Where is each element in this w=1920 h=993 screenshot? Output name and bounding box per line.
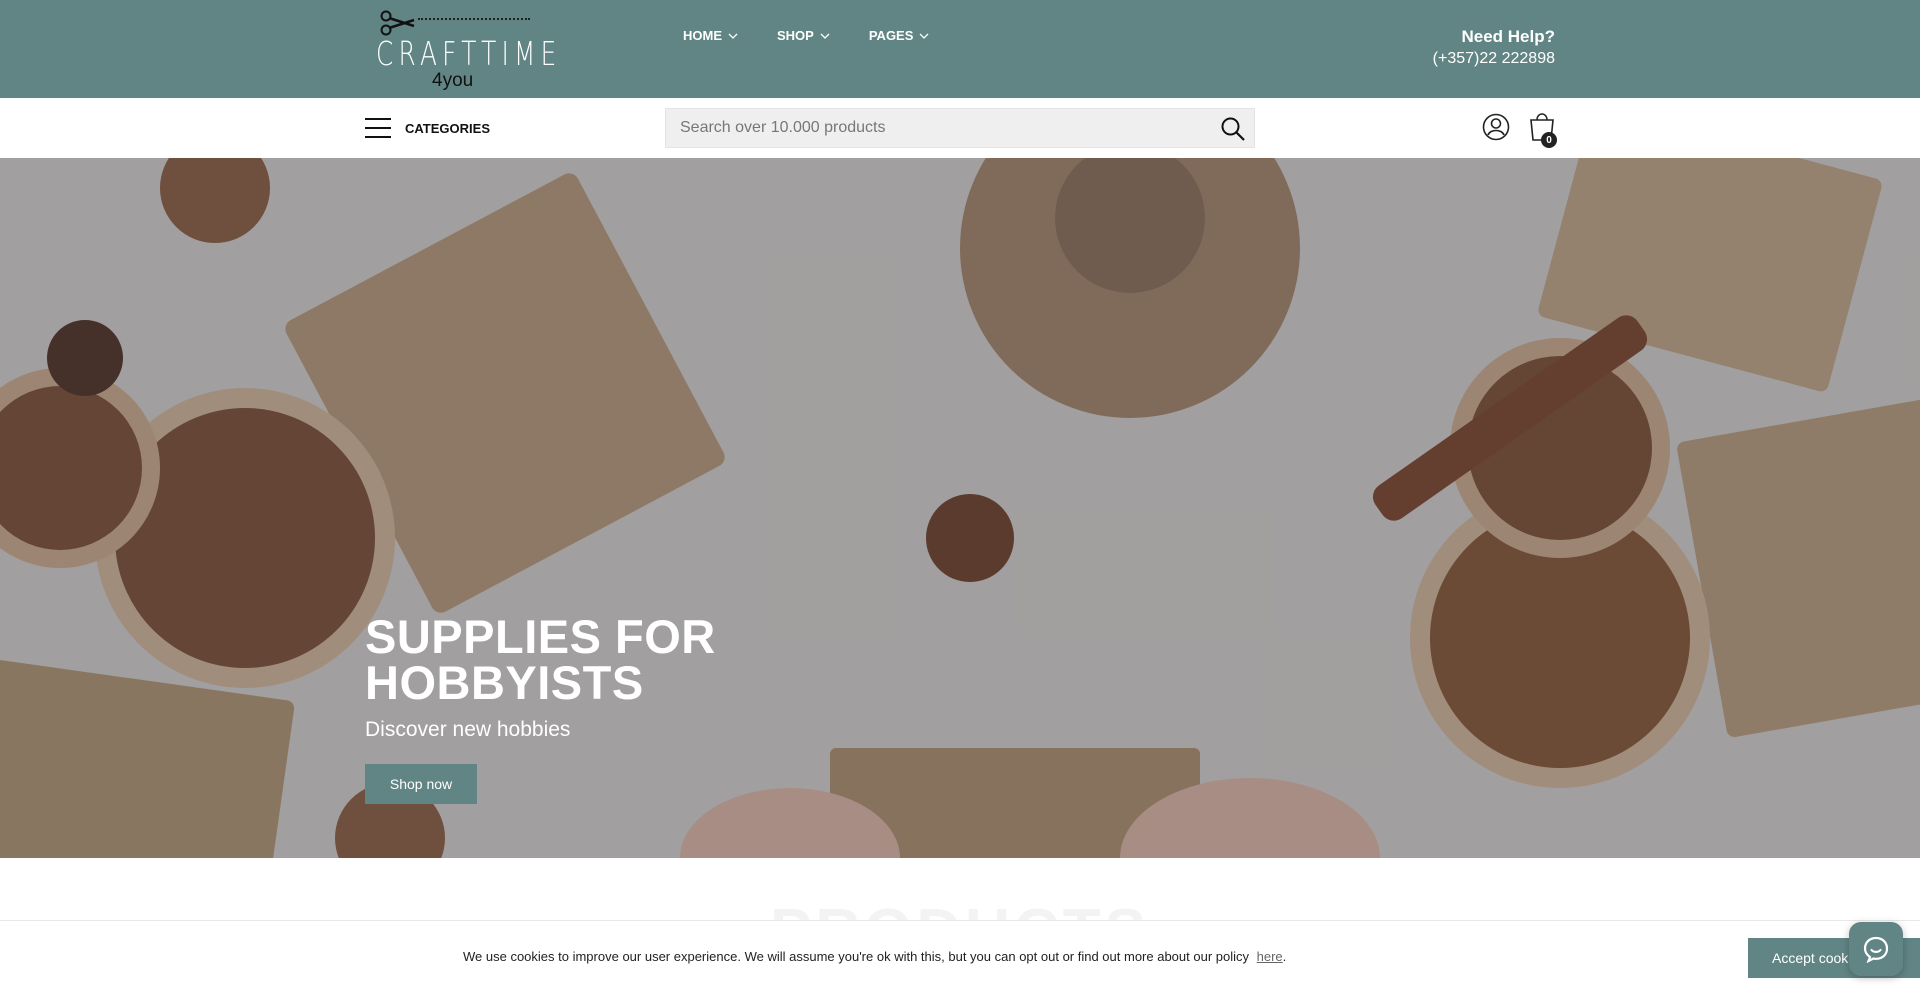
help-phone[interactable]: (+357)22 222898 <box>1433 50 1555 68</box>
help-title: Need Help? <box>1461 27 1555 46</box>
hero-title: SUPPLIES FOR HOBBYISTS <box>365 610 716 709</box>
hero-title-line-1: SUPPLIES FOR <box>365 610 716 663</box>
chevron-down-icon <box>919 33 929 39</box>
search-input[interactable] <box>680 109 1200 147</box>
logo-sub-text: 4you <box>432 70 474 91</box>
hero-subtitle: Discover new hobbies <box>365 718 571 741</box>
categories-button[interactable]: CATEGORIES <box>365 117 490 139</box>
secondary-header: CATEGORIES 0 <box>0 98 1920 158</box>
cookie-consent-bar: We use cookies to improve our user exper… <box>0 920 1920 993</box>
nav-label: PAGES <box>868 28 914 43</box>
top-header: CRAFTTIME 4you HOME SHOP PAGES Need Help… <box>0 0 1920 98</box>
chat-widget-button[interactable] <box>1849 922 1903 976</box>
cart-count-badge: 0 <box>1541 132 1557 148</box>
search-box <box>665 108 1255 148</box>
cookie-message: We use cookies to improve our user exper… <box>463 949 1286 964</box>
nav-label: SHOP <box>777 28 814 43</box>
search-icon[interactable] <box>1220 116 1246 142</box>
hamburger-menu-icon <box>365 118 391 138</box>
main-nav: HOME SHOP PAGES <box>683 28 968 43</box>
cookie-message-text: We use cookies to improve our user exper… <box>463 949 1250 964</box>
chevron-down-icon <box>728 33 738 39</box>
logo-dotted-line <box>418 18 530 20</box>
nav-item-home[interactable]: HOME <box>683 28 738 43</box>
chevron-down-icon <box>820 33 830 39</box>
nav-item-shop[interactable]: SHOP <box>777 28 830 43</box>
nav-item-pages[interactable]: PAGES <box>869 28 930 43</box>
user-account-icon[interactable] <box>1482 113 1510 141</box>
categories-label: CATEGORIES <box>405 120 490 136</box>
hero-overlay <box>0 158 1920 858</box>
shop-now-button[interactable]: Shop now <box>365 764 477 804</box>
logo-brand-text: CRAFTTIME <box>376 34 562 73</box>
site-logo[interactable]: CRAFTTIME 4you <box>374 8 556 92</box>
cookie-policy-link[interactable]: here <box>1257 949 1283 964</box>
nav-label: HOME <box>683 28 722 43</box>
hero-banner: SUPPLIES FOR HOBBYISTS Discover new hobb… <box>0 158 1920 858</box>
hero-title-line-2: HOBBYISTS <box>365 656 644 709</box>
help-contact: Need Help? (+357)22 222898 <box>1433 27 1555 68</box>
cookie-message-period: . <box>1282 949 1287 964</box>
chat-bubble-icon <box>1863 936 1889 963</box>
